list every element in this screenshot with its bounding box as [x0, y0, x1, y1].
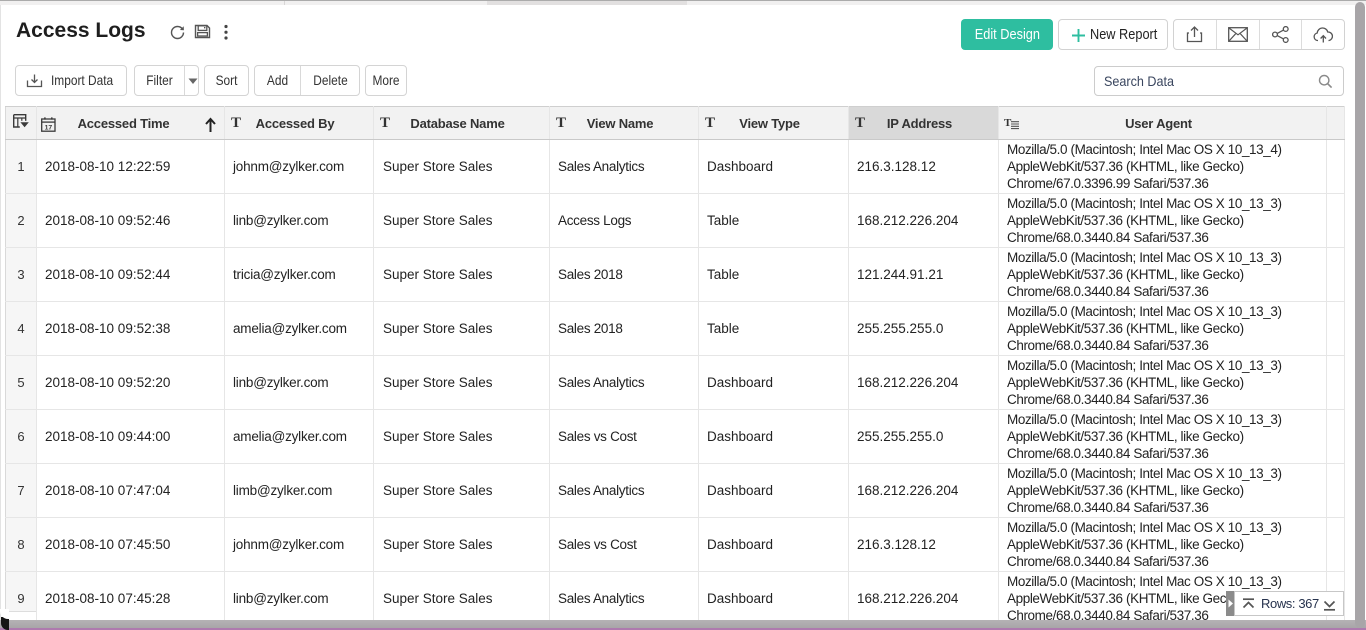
svg-text:17: 17: [45, 124, 53, 131]
